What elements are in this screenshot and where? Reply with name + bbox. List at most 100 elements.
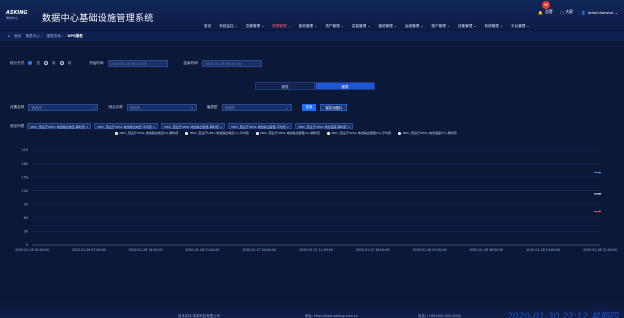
point-chip[interactable]: MDC_营业厅UPS1-电池输出电压-瞬时值 × [27, 123, 92, 129]
radio-month[interactable] [43, 61, 48, 65]
nav-item-8[interactable]: 运维管理 ⌄ [401, 22, 428, 30]
user-label: Administrator ⌄ [587, 9, 618, 15]
chart-legend: MDC_营业厅UPS1-电池输出电压(V)-瞬时值 MDC_营业厅UPS1-电池… [115, 131, 457, 135]
x-tick-label: 2020-01-28 08:00:00 [469, 248, 503, 252]
fullscreen-button[interactable]: ⛶ 大屏 [561, 9, 573, 15]
user-menu[interactable]: 👤 Administrator ⌄ [581, 10, 618, 15]
y-tick-label: 120 [22, 189, 28, 193]
legend-label: MDC_营业厅UPS1-电池输出电压(V)-平均值 [189, 131, 249, 135]
breadcrumb-item-report-query[interactable]: 报表查询 › [46, 34, 63, 39]
data-point[interactable] [599, 210, 601, 213]
nav-item-7[interactable]: 值班管理 ⌄ [374, 22, 401, 30]
nav-item-11[interactable]: 系统管理 ⌄ [481, 22, 508, 30]
radio-year-label: 月 [67, 60, 72, 65]
tab-report[interactable]: 报表 [255, 82, 315, 90]
x-tick-label: 2020-01-27 11:00:00 [299, 248, 333, 252]
breadcrumb: ⌂ 首页 报表中心 › 报表查询 › UPS报表 [0, 31, 624, 41]
logo: ASKING 数据中心 [6, 10, 36, 20]
chevron-down-icon: ⌄ [92, 105, 96, 110]
nav-item-1[interactable]: 系统监控 ⌄ [215, 22, 242, 30]
y-tick-label: 0 [26, 243, 28, 247]
save-image-button[interactable]: 保存为图片 [320, 103, 348, 111]
app-title: 数据中心基础设施管理系统 [42, 14, 154, 24]
points-row: 测点列表 MDC_营业厅UPS1-电池输出电压-瞬时值 × MDC_营业厅UPS… [10, 122, 354, 130]
x-tick-label: 2020-01-28 22:00:00 [583, 248, 617, 252]
legend-label: MDC_营业厅UPS1-电池输出容量(%)-瞬时值 [260, 131, 320, 135]
data-point[interactable] [599, 192, 601, 195]
y-tick-label: 30 [24, 230, 28, 234]
alarm-label: 告警 [545, 9, 553, 14]
stat-method-label: 统计方式 [10, 60, 25, 65]
y-tick-label: 60 [24, 216, 28, 220]
logo-sub: 数据中心 [6, 16, 19, 20]
point-select[interactable]: 请选择 ⌄ [126, 103, 197, 111]
point-select-value: 请选择 [129, 105, 140, 110]
footer: 技术支持:某某科技有限公司 网址: http://www.asking.com.… [0, 300, 624, 318]
x-tick-label: 2020-01-27 18:00:00 [356, 248, 390, 252]
device-select[interactable]: 请选择 ⌄ [28, 103, 99, 111]
legend-label: MDC_营业厅UPS1-电池输出容量(%)-平均值 [331, 131, 392, 135]
home-icon[interactable]: ⌂ [8, 34, 10, 38]
nav-item-6[interactable]: 容量管理 ⌄ [348, 22, 375, 30]
line-chart: 210 180 150 120 90 60 30 02020-01-26 00:00:00 20… [15, 148, 617, 252]
time-filter-row: 统计方式 日 月 月 开始时间 2020-01-26 00:21:04 结束时间… [10, 58, 262, 68]
type-select[interactable]: 请选择 ⌄ [221, 103, 292, 111]
main-nav: 首页 系统监控 ⌄ 告警管理 ⌄ 数据管理 ⌄ 能效管理 ⌄ 资产管理 ⌄ 容量管理 ⌄ 值班… [200, 22, 534, 30]
footer-phone: 电话: (+86)400-000-0000 [418, 314, 461, 318]
footer-clock: 2020-01-30 22:12 星期四 [507, 312, 618, 318]
breadcrumb-item-home[interactable]: 首页 [14, 34, 21, 39]
legend-item[interactable]: MDC_营业厅UPS1-电池输出容量(%)-平均值 [326, 131, 392, 135]
x-tick-label: 2020-01-26 00:00:00 [15, 248, 49, 252]
radio-month-label: 月 [51, 60, 56, 65]
point-chip[interactable]: MDC_营业厅UPS1-电池输出容量-瞬时值 × [161, 123, 226, 129]
legend-dot [398, 131, 402, 135]
legend-dot [255, 131, 259, 135]
end-time-input[interactable]: 2020-01-26 00:21:04 [201, 59, 262, 67]
top-header: ASKING 数据中心 数据中心基础设施管理系统 首页 系统监控 ⌄ 告警管理 ⌄ 数… [0, 0, 624, 30]
bell-icon: 🔔 [538, 9, 544, 15]
legend-item[interactable]: MDC_营业厅UPS1-电池输出电压(V)-平均值 [185, 131, 249, 135]
legend-item[interactable]: MDC_营业厅UPS1-电池温度(℃)-瞬时值 [398, 131, 457, 135]
alarm-button[interactable]: 🔔 告警 [538, 9, 552, 15]
x-tick-label: 2020-01-28 01:00:00 [413, 248, 447, 252]
nav-item-0[interactable]: 首页 [200, 22, 215, 30]
data-point[interactable] [599, 171, 601, 174]
nav-item-3[interactable]: 数据管理 ⌄ [268, 22, 295, 30]
point-chip[interactable]: MDC_营业厅UPS1-电池输出电压-平均值 × [94, 123, 159, 129]
nav-item-4[interactable]: 能效管理 ⌄ [295, 22, 322, 30]
legend-item[interactable]: MDC_营业厅UPS1-电池输出容量(%)-瞬时值 [255, 131, 320, 135]
breadcrumb-item-report-center[interactable]: 报表中心 › [25, 34, 42, 39]
radio-year[interactable] [59, 61, 64, 65]
query-button[interactable]: 查询 [301, 103, 317, 111]
nav-item-5[interactable]: 资产管理 ⌄ [321, 22, 348, 30]
nav-item-10[interactable]: 设备管理 ⌄ [454, 22, 481, 30]
x-tick-label: 2020-01-27 04:00:00 [242, 248, 276, 252]
nav-item-9[interactable]: 账户管理 ⌄ [427, 22, 454, 30]
nav-item-2[interactable]: 告警管理 ⌄ [242, 22, 269, 30]
point-chip[interactable]: MDC_营业厅UPS1-电池温度-瞬时值 × [295, 123, 354, 129]
y-tick-label: 150 [22, 175, 28, 179]
type-select-value: 请选择 [224, 105, 235, 110]
user-icon: 👤 [580, 9, 586, 15]
x-tick-label: 2020-01-26 14:00:00 [129, 248, 163, 252]
y-tick-label: 210 [22, 148, 28, 152]
legend-item[interactable]: MDC_营业厅UPS1-电池输出电压(V)-瞬时值 [115, 131, 178, 135]
tab-chart[interactable]: 报表 [315, 82, 375, 90]
type-label: 值类型 [206, 104, 218, 109]
fullscreen-icon: ⛶ [560, 9, 564, 15]
fullscreen-label: 大屏 [565, 9, 573, 14]
chevron-down-icon: ⌄ [190, 105, 194, 110]
chevron-down-icon: ⌄ [285, 105, 289, 110]
radio-day-label: 日 [36, 60, 40, 65]
start-time-input[interactable]: 2020-01-26 00:21:04 [107, 59, 168, 67]
legend-label: MDC_营业厅UPS1-电池温度(℃)-瞬时值 [402, 131, 457, 135]
start-time-label: 开始时间 [89, 60, 104, 65]
footer-company: 技术支持:某某科技有限公司 [178, 314, 220, 318]
y-tick-label: 180 [22, 162, 28, 166]
point-label: 测点名称 [108, 104, 123, 109]
radio-day[interactable] [28, 61, 33, 65]
point-chip[interactable]: MDC_营业厅UPS1-电池输出容量-平均值 × [228, 123, 293, 129]
nav-item-12[interactable]: 平台管理 ⌄ [507, 22, 534, 30]
legend-dot [326, 131, 330, 135]
end-time-label: 结束时间 [183, 60, 198, 65]
